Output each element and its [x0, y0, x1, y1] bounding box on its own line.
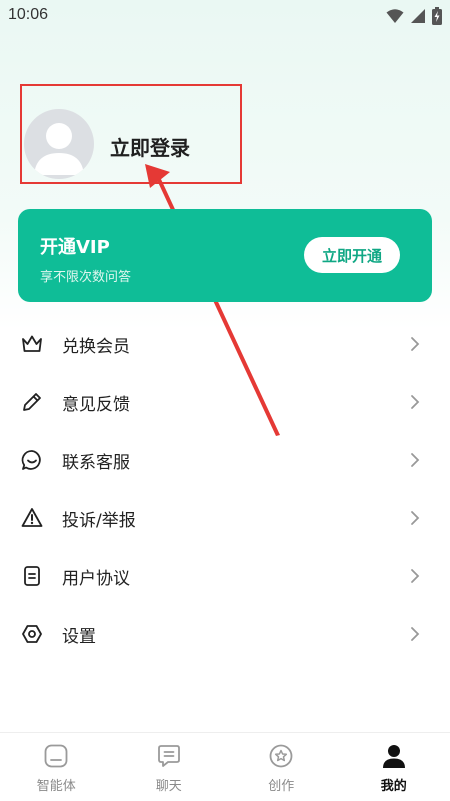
- menu-item-redeem-membership[interactable]: 兑换会员: [0, 314, 450, 372]
- nav-label: 我的: [338, 775, 450, 794]
- nav-tab-mine[interactable]: 我的: [338, 733, 450, 801]
- nav-tab-agents[interactable]: 智能体: [0, 733, 113, 801]
- create-icon: [268, 743, 294, 769]
- menu-item-label: 意见反馈: [62, 390, 130, 415]
- settings-menu: 兑换会员 意见反馈 联系客服 投诉/举报: [0, 314, 450, 662]
- settings-hexagon-icon: [20, 622, 44, 646]
- menu-item-contact-support[interactable]: 联系客服: [0, 430, 450, 488]
- nav-label: 聊天: [113, 775, 226, 794]
- signal-icon: [410, 8, 426, 24]
- status-icons: [386, 7, 442, 25]
- menu-item-label: 联系客服: [62, 448, 130, 473]
- chevron-right-icon: [410, 394, 420, 410]
- menu-item-settings[interactable]: 设置: [0, 604, 450, 662]
- chevron-right-icon: [410, 626, 420, 642]
- menu-item-feedback[interactable]: 意见反馈: [0, 372, 450, 430]
- vip-card[interactable]: 开通VIP 享不限次数问答 立即开通: [18, 209, 432, 302]
- pencil-icon: [20, 390, 44, 414]
- menu-item-label: 设置: [62, 622, 96, 647]
- nav-tab-create[interactable]: 创作: [225, 733, 338, 801]
- menu-item-report[interactable]: 投诉/举报: [0, 488, 450, 546]
- document-icon: [20, 564, 44, 588]
- chevron-right-icon: [410, 510, 420, 526]
- vip-subtitle: 享不限次数问答: [40, 266, 131, 285]
- vip-title: 开通VIP: [40, 233, 110, 259]
- person-icon: [381, 743, 407, 769]
- nav-tab-chat[interactable]: 聊天: [113, 733, 226, 801]
- nav-label: 创作: [225, 775, 338, 794]
- annotation-highlight-box: [20, 84, 242, 184]
- menu-item-user-agreement[interactable]: 用户协议: [0, 546, 450, 604]
- status-bar: 10:06: [0, 0, 450, 32]
- crown-icon: [20, 332, 44, 356]
- chevron-right-icon: [410, 568, 420, 584]
- chevron-right-icon: [410, 336, 420, 352]
- chat-smile-icon: [20, 448, 44, 472]
- chat-icon: [156, 743, 182, 769]
- open-vip-button[interactable]: 立即开通: [304, 237, 400, 273]
- bottom-nav: 智能体 聊天 创作 我的: [0, 732, 450, 801]
- nav-label: 智能体: [0, 775, 113, 794]
- menu-item-label: 用户协议: [62, 564, 130, 589]
- status-time: 10:06: [8, 6, 48, 24]
- wifi-icon: [386, 8, 404, 24]
- menu-item-label: 兑换会员: [62, 332, 130, 357]
- agent-icon: [43, 743, 69, 769]
- battery-icon: [432, 7, 442, 25]
- menu-item-label: 投诉/举报: [62, 506, 136, 531]
- chevron-right-icon: [410, 452, 420, 468]
- warning-icon: [20, 506, 44, 530]
